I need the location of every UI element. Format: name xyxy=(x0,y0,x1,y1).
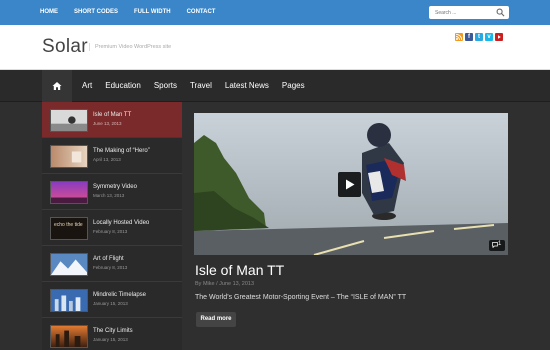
topnav-item-short-codes[interactable]: SHORT CODES xyxy=(74,0,118,25)
sidebar-item-date: March 13, 2013 xyxy=(93,193,125,198)
top-nav: HOME SHORT CODES FULL WIDTH CONTACT xyxy=(40,0,231,25)
site-logo[interactable]: Solar xyxy=(42,36,88,58)
sidebar-item-title: Isle of Man TT xyxy=(93,112,132,118)
video-thumbnail xyxy=(50,325,88,348)
video-thumbnail xyxy=(50,181,88,204)
comment-count: 1 xyxy=(498,241,502,247)
twitter-icon[interactable]: t xyxy=(475,33,483,41)
search-box xyxy=(429,6,509,19)
sidebar-item-city-limits[interactable]: The City Limits January 15, 2013 xyxy=(42,318,182,350)
sidebar-item-symmetry-video[interactable]: Symmetry Video March 13, 2013 xyxy=(42,174,182,210)
home-button[interactable] xyxy=(42,70,72,102)
topnav-item-full-width[interactable]: FULL WIDTH xyxy=(134,0,171,25)
sidebar-item-date: February 8, 2013 xyxy=(93,229,128,234)
play-button[interactable] xyxy=(338,172,361,197)
nav-item-travel[interactable]: Travel xyxy=(190,70,212,102)
nav-item-pages[interactable]: Pages xyxy=(282,70,305,102)
video-thumbnail xyxy=(50,145,88,168)
sidebar-item-date: June 13, 2013 xyxy=(93,121,122,126)
sidebar-item-isle-of-man[interactable]: Isle of Man TT June 13, 2013 xyxy=(42,102,182,138)
search-icon[interactable] xyxy=(496,8,505,17)
sidebar-item-title: The Making of “Hero” xyxy=(93,148,150,154)
comment-count-badge[interactable]: 1 xyxy=(489,240,505,251)
nav-item-sports[interactable]: Sports xyxy=(154,70,177,102)
sidebar-item-date: January 15, 2013 xyxy=(93,337,128,342)
topnav-item-home[interactable]: HOME xyxy=(40,0,58,25)
post-title[interactable]: Isle of Man TT xyxy=(195,262,284,278)
video-thumbnail: echo the tide xyxy=(50,217,88,240)
sidebar-item-mindrelic-timelapse[interactable]: Mindrelic Timelapse January 15, 2013 xyxy=(42,282,182,318)
sidebar-item-title: The City Limits xyxy=(93,328,133,334)
vimeo-icon[interactable]: v xyxy=(485,33,493,41)
facebook-icon[interactable]: f xyxy=(465,33,473,41)
read-more-button[interactable]: Read more xyxy=(196,312,236,327)
nav-item-latest-news[interactable]: Latest News xyxy=(225,70,269,102)
sidebar-item-art-of-flight[interactable]: Art of Flight February 8, 2013 xyxy=(42,246,182,282)
video-sidebar: Isle of Man TT June 13, 2013 The Making … xyxy=(42,102,182,350)
post-excerpt: The World’s Greatest Motor-Sporting Even… xyxy=(195,294,407,301)
sidebar-item-date: April 13, 2013 xyxy=(93,157,121,162)
nav-item-art[interactable]: Art xyxy=(82,70,92,102)
post-meta: By Mike / June 13, 2013 xyxy=(195,281,255,287)
video-thumbnail xyxy=(50,253,88,276)
play-icon xyxy=(346,179,355,190)
rss-icon[interactable] xyxy=(455,33,463,41)
sidebar-item-title: Art of Flight xyxy=(93,256,124,262)
sidebar-item-title: Mindrelic Timelapse xyxy=(93,292,147,298)
sidebar-item-making-of-hero[interactable]: The Making of “Hero” April 13, 2013 xyxy=(42,138,182,174)
social-icons: f t v xyxy=(455,33,505,41)
video-thumbnail xyxy=(50,109,88,132)
sidebar-item-date: February 8, 2013 xyxy=(93,265,128,270)
topnav-item-contact[interactable]: CONTACT xyxy=(187,0,216,25)
main-nav-links: Art Education Sports Travel Latest News … xyxy=(82,70,318,102)
search-input[interactable] xyxy=(429,6,495,19)
sidebar-item-title: Symmetry Video xyxy=(93,184,137,190)
sidebar-item-date: January 15, 2013 xyxy=(93,301,128,306)
nav-item-education[interactable]: Education xyxy=(105,70,141,102)
video-thumbnail xyxy=(50,289,88,312)
sidebar-item-locally-hosted-video[interactable]: echo the tide Locally Hosted Video Febru… xyxy=(42,210,182,246)
sidebar-item-title: Locally Hosted Video xyxy=(93,220,150,226)
thumbnail-text: echo the tide xyxy=(54,222,83,228)
site-header: Solar Premium Video WordPress site f t v xyxy=(0,25,550,70)
main-nav: Art Education Sports Travel Latest News … xyxy=(0,70,550,102)
youtube-icon[interactable] xyxy=(495,33,503,41)
site-tagline: Premium Video WordPress site xyxy=(89,43,171,51)
home-icon xyxy=(52,82,62,90)
